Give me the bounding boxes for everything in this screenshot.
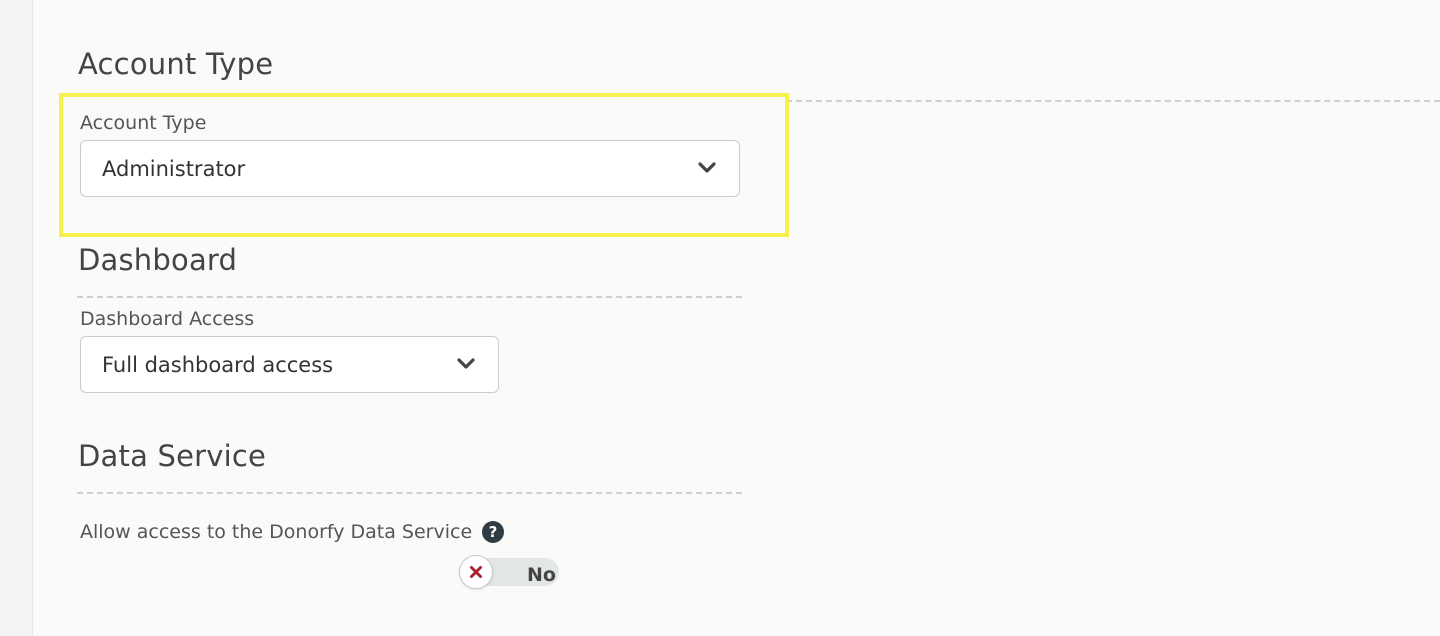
dashboard-access-select[interactable]: Full dashboard access — [80, 336, 499, 393]
section-divider-account-type — [786, 100, 1440, 102]
section-divider-dashboard — [77, 296, 742, 298]
data-service-access-label: Allow access to the Donorfy Data Service — [80, 521, 473, 543]
chevron-down-icon — [698, 162, 716, 173]
question-circle-icon[interactable]: ? — [482, 521, 504, 543]
dashboard-access-selected-value: Full dashboard access — [102, 353, 334, 377]
toggle-knob — [459, 555, 493, 589]
section-title-dashboard: Dashboard — [78, 243, 238, 277]
account-type-label: Account Type — [80, 112, 207, 134]
section-title-account-type: Account Type — [78, 47, 274, 81]
close-icon — [470, 566, 482, 578]
section-title-data-service: Data Service — [78, 439, 267, 473]
account-type-selected-value: Administrator — [102, 157, 246, 181]
toggle-state-label: No — [527, 564, 556, 586]
section-divider-data-service — [77, 492, 742, 494]
data-service-toggle[interactable]: No — [459, 555, 560, 589]
account-type-select[interactable]: Administrator — [80, 140, 740, 197]
left-gutter — [0, 0, 33, 636]
chevron-down-icon — [457, 358, 475, 369]
dashboard-access-label: Dashboard Access — [80, 308, 255, 330]
